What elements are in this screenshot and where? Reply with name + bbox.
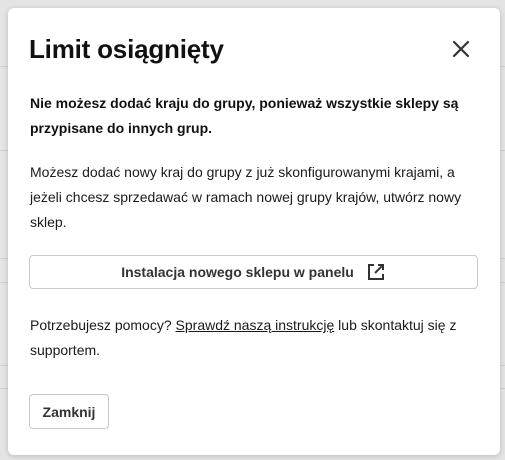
install-new-store-button[interactable]: Instalacja nowego sklepu w panelu: [29, 255, 478, 289]
dialog-lead-text: Nie możesz dodać kraju do grupy, poniewa…: [30, 95, 459, 136]
external-link-icon: [366, 262, 386, 282]
instructions-link[interactable]: Sprawdź naszą instrukcję: [176, 317, 335, 333]
limit-reached-dialog: Limit osiągnięty Nie możesz dodać kraju …: [8, 8, 500, 455]
close-dialog-button[interactable]: [448, 36, 474, 62]
help-prefix: Potrzebujesz pomocy?: [30, 317, 176, 333]
close-icon: [448, 36, 474, 62]
dialog-title: Limit osiągnięty: [29, 34, 224, 64]
dialog-body-text: Możesz dodać nowy kraj do grupy z już sk…: [30, 164, 462, 230]
help-text: Potrzebujesz pomocy? Sprawdź naszą instr…: [30, 313, 485, 363]
close-button[interactable]: Zamknij: [29, 394, 109, 429]
install-button-label: Instalacja nowego sklepu w panelu: [121, 264, 354, 280]
